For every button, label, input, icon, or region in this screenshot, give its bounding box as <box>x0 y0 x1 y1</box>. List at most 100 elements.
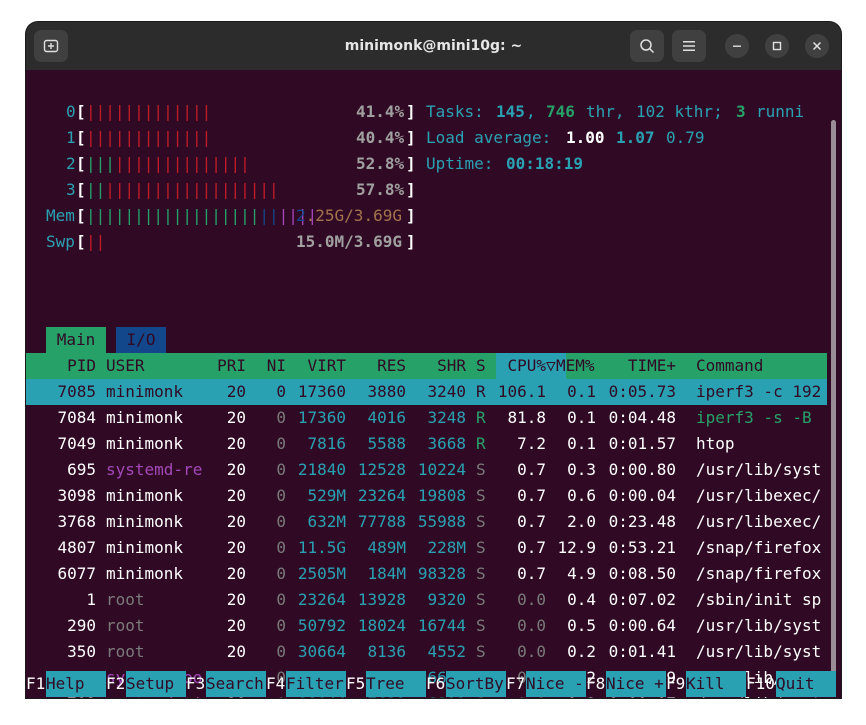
tab-io[interactable]: I/O <box>116 327 166 353</box>
table-row[interactable]: 7085 minimonk 20 0 17360 3880 3240 R 106.1 0.1 0:0… <box>26 379 827 405</box>
table-row[interactable]: 7084 minimonk 20 0 17360 4016 3248 R 81.8 0.1 0:04… <box>26 405 827 431</box>
cell-virt: 23264 <box>297 590 346 609</box>
bracket-close: ] <box>406 102 416 121</box>
swp-meter: Swp[|| 15.0M/3.69G] <box>26 229 416 255</box>
search-icon[interactable] <box>630 30 664 62</box>
col-user[interactable]: USER <box>106 353 145 379</box>
col-cpu[interactable]: CPU% <box>496 353 546 379</box>
col-res[interactable]: RES <box>356 353 406 379</box>
col-virt[interactable]: VIRT <box>296 353 346 379</box>
fkey-button[interactable]: Tree <box>366 671 426 697</box>
minimize-icon[interactable] <box>725 34 749 58</box>
fkey-button[interactable]: Nice + <box>606 671 666 697</box>
table-row[interactable]: 4807 minimonk 20 0 11.5G 489M 228M S 0.7 12.9 0:53… <box>26 535 827 561</box>
cell-time: 0:00.80 <box>608 460 676 479</box>
cell-pri: 20 <box>226 590 246 609</box>
fkey-number[interactable]: F8 <box>586 671 605 697</box>
cell-pid: 350 <box>67 642 96 661</box>
bracket-close: ] <box>406 128 416 147</box>
swp-label: Swp <box>46 232 75 251</box>
table-row[interactable]: 350 root 20 0 30664 8136 4552 S 0.0 0.2 0:01.41/us… <box>26 639 827 665</box>
cell-user: root <box>106 642 145 661</box>
table-row[interactable]: 3768 minimonk 20 0 632M 77788 55988 S 0.7 2.0 0:23… <box>26 509 827 535</box>
cell-res: 5588 <box>367 434 406 453</box>
fkey-number[interactable]: F10 <box>746 671 775 697</box>
swp-value: 15.0M/3.69G <box>296 232 402 251</box>
cell-pid: 3098 <box>57 486 96 505</box>
col-time[interactable]: TIME+ <box>606 353 676 379</box>
fkey-number[interactable]: F1 <box>26 671 45 697</box>
tasks-label: Tasks: <box>426 102 484 121</box>
fkey-button[interactable]: SortBy <box>446 671 506 697</box>
cell-res: 77788 <box>357 512 406 531</box>
cpu-bar-red: |||||||||||||| <box>114 154 250 173</box>
mem-bar: |||||||||||||||||||||||| <box>86 206 318 225</box>
cell-cmd: iperf3 -c 192 <box>696 382 822 401</box>
scrollbar[interactable] <box>831 120 836 680</box>
table-row[interactable]: 290 root 20 0 50792 18024 16744 S 0.0 0.5 0:00.64 /… <box>26 613 827 639</box>
fkey-button[interactable]: Setup <box>126 671 186 697</box>
cell-pri: 20 <box>226 486 246 505</box>
cell-cpu: 106.1 <box>497 382 546 401</box>
tab-main[interactable]: Main <box>46 327 106 353</box>
uptime-value: 00:18:19 <box>506 154 584 173</box>
fkey-number[interactable]: F4 <box>266 671 285 697</box>
cell-cpu: 7.2 <box>517 434 546 453</box>
cell-ni: 0 <box>276 512 286 531</box>
cell-cmd: /usr/libexec/ <box>696 486 822 505</box>
cell-shr: 3668 <box>427 434 466 453</box>
fkey-button[interactable]: Search <box>206 671 266 697</box>
col-shr[interactable]: SHR <box>416 353 466 379</box>
fkey-number[interactable]: F9 <box>666 671 685 697</box>
col-mem[interactable]: MEM% <box>556 353 595 379</box>
table-row[interactable]: 6077 minimonk 20 0 2505M 184M 98328 S 0.7 4.9 0:08… <box>26 561 827 587</box>
fkey-button[interactable]: Quit <box>776 671 836 697</box>
cell-virt: 17360 <box>297 382 346 401</box>
bracket-close: ] <box>406 206 416 225</box>
cpu-bar: |||||||||||||||||||| <box>86 180 279 199</box>
bracket-open: [ <box>76 232 86 251</box>
fkey-number[interactable]: F6 <box>426 671 445 697</box>
threads-label: thr, <box>586 102 625 121</box>
table-row[interactable]: 3098 minimonk 20 0 529M 23264 19808 S 0.7 0.6 0:00… <box>26 483 827 509</box>
col-pid[interactable]: PID <box>26 353 96 379</box>
cell-cpu: 0.7 <box>517 564 546 583</box>
cell-user: minimonk <box>106 512 184 531</box>
load-15: 0.79 <box>666 128 705 147</box>
table-row[interactable]: 1 root 20 0 23264 13928 9320 S 0.0 0.4 0:07.02/sbi… <box>26 587 827 613</box>
col-state[interactable]: S <box>476 353 486 379</box>
fkey-number[interactable]: F2 <box>106 671 125 697</box>
cell-pid: 1 <box>86 590 96 609</box>
cell-virt: 11.5G <box>297 538 346 557</box>
close-icon[interactable] <box>805 34 829 58</box>
menu-icon[interactable] <box>672 30 706 62</box>
cell-pid: 7084 <box>57 408 96 427</box>
fkey-button[interactable]: Filter <box>286 671 346 697</box>
sort-indicator-icon: ▽ <box>546 356 556 375</box>
cell-ni: 0 <box>276 486 286 505</box>
cpu-bar: ||||||||||||| <box>86 102 212 121</box>
terminal-window: minimonk@mini10g: ~ 0 [||||||||||||| 41.4%… <box>26 22 841 698</box>
col-ni[interactable]: NI <box>256 353 286 379</box>
bracket-close: ] <box>406 232 416 251</box>
uptime-line: Uptime: 00:18:19 <box>26 151 583 177</box>
cell-pid: 290 <box>67 616 96 635</box>
fkey-number[interactable]: F3 <box>186 671 205 697</box>
cell-virt: 7816 <box>307 434 346 453</box>
maximize-icon[interactable] <box>765 34 789 58</box>
terminal-content[interactable]: 0 [||||||||||||| 41.4%] 1 [||||||||||||| 40.… <box>26 70 841 698</box>
cpu-percent: 41.4% <box>356 102 405 121</box>
fkey-button[interactable]: Nice - <box>526 671 586 697</box>
fkey-number[interactable]: F5 <box>346 671 365 697</box>
cell-s: S <box>476 486 486 505</box>
fkey-button[interactable]: Kill <box>686 671 746 697</box>
fkey-button[interactable]: Help <box>46 671 106 697</box>
cell-res: 23264 <box>357 486 406 505</box>
table-row[interactable]: 695 systemd-re 20 0 21840 12528 10224 S 0.7 0.3 0:… <box>26 457 827 483</box>
cell-user: minimonk <box>106 382 184 401</box>
col-pri[interactable]: PRI <box>206 353 246 379</box>
table-row[interactable]: 7049 minimonk 20 0 7816 5588 3668 R 7.2 0.1 0:01.5… <box>26 431 827 457</box>
cell-s: S <box>476 564 486 583</box>
fkey-number[interactable]: F7 <box>506 671 525 697</box>
col-command[interactable]: Command <box>696 353 763 379</box>
